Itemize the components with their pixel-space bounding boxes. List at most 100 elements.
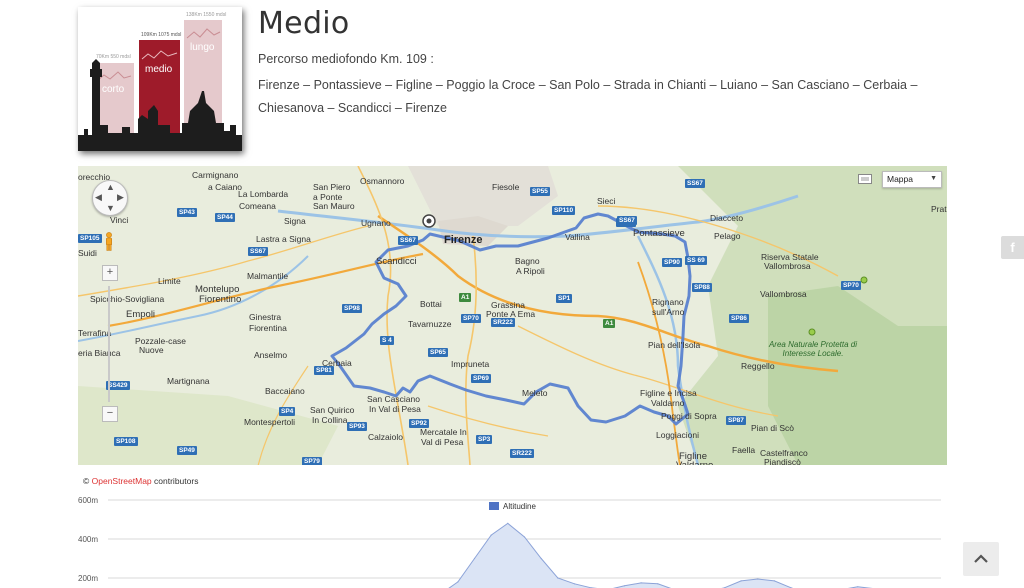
- route-subtitle: Percorso mediofondo Km. 109 :: [258, 52, 434, 66]
- logo-lungo-label: lungo: [190, 42, 215, 53]
- map-place-label: Prato: [931, 204, 947, 214]
- map-place-label: Malmantile: [247, 271, 289, 281]
- elevation-point: [640, 582, 642, 584]
- elevation-point: [573, 583, 576, 585]
- road-shield: A1: [459, 293, 472, 302]
- map-place-label: Pontassieve: [633, 228, 685, 239]
- map-place-label: A Ripoli: [516, 266, 545, 276]
- map-place-label: Diacceto: [710, 213, 744, 223]
- road-shield: SP108: [114, 437, 138, 446]
- road-shield: SP79: [302, 457, 322, 465]
- route-description: Firenze – Pontassieve – Figline – Poggio…: [258, 78, 918, 115]
- road-shield: SP65: [428, 348, 448, 357]
- map-place-label: Carmignano: [192, 170, 239, 180]
- pan-up-icon[interactable]: ▲: [106, 182, 115, 192]
- route-map[interactable]: orecchio Carmignano a Caiano San Piero a Pon…: [78, 166, 947, 465]
- park-label: Area Naturale Protetta di Interesse Loca…: [768, 340, 858, 358]
- map-place-label: La Lombarda: [238, 189, 289, 199]
- road-shield: SP105: [78, 234, 102, 243]
- page-title: Medio: [258, 6, 350, 41]
- map-place-label: Vallina: [565, 232, 590, 242]
- map-place-label: Anselmo: [254, 350, 288, 360]
- map-place-label: Lastra a Signa: [256, 234, 311, 244]
- road-shield: SS67: [248, 247, 268, 256]
- elevation-chart: 600m 400m 200m Altitudine: [78, 496, 941, 588]
- map-place-label: Scandicci: [376, 256, 417, 267]
- pan-down-icon[interactable]: ▼: [106, 203, 115, 213]
- elevation-point: [757, 578, 759, 580]
- map-type-select[interactable]: Mappa ▼: [882, 171, 942, 188]
- map-place-label: Reggello: [741, 361, 775, 371]
- elevation-point: [557, 577, 559, 579]
- zoom-out-button[interactable]: −: [102, 406, 118, 422]
- map-place-label: Fiorentino: [199, 294, 242, 305]
- elevation-point: [857, 586, 859, 588]
- back-to-top-button[interactable]: [963, 542, 999, 576]
- map-place-label: Pian di Scò: [751, 423, 794, 433]
- road-shield: SP92: [409, 419, 429, 428]
- map-place-label: eria Bianca: [78, 348, 121, 358]
- elevation-point: [523, 536, 526, 538]
- logo-corto-stat: 70Km 550 mdsl: [96, 54, 131, 60]
- road-shield: SP69: [471, 374, 491, 383]
- map-place-label: Pelago: [714, 231, 741, 241]
- map-place-label: Loggiacioni: [656, 430, 700, 440]
- road-shield: SP81: [314, 366, 334, 375]
- road-shield: A1: [603, 319, 616, 328]
- facebook-share-button[interactable]: f: [1001, 236, 1024, 259]
- road-shield: SS67: [685, 179, 705, 188]
- zoom-slider-track[interactable]: [108, 286, 110, 402]
- map-place-label: Poggi di Sopra: [661, 411, 717, 421]
- map-place-label: Sieci: [597, 196, 616, 206]
- map-place-label: Ugnano: [361, 218, 391, 228]
- road-shield: SR222: [491, 318, 515, 327]
- map-place-label: Meleto: [522, 388, 548, 398]
- elevation-point: [457, 581, 459, 583]
- road-shield: SP1: [556, 294, 573, 303]
- map-place-label: sull'Arno: [652, 307, 685, 317]
- elevation-point: [623, 585, 626, 587]
- chevron-up-icon: [974, 554, 988, 563]
- map-type-value: Mappa: [887, 174, 913, 184]
- zoom-in-button[interactable]: +: [102, 265, 118, 281]
- openstreetmap-link[interactable]: OpenStreetMap: [92, 476, 152, 486]
- map-place-label: Vallombrosa: [764, 261, 811, 271]
- road-shield: SP93: [347, 422, 367, 431]
- pan-right-icon[interactable]: ▶: [117, 192, 124, 203]
- road-shield: SP55: [530, 187, 550, 196]
- pan-control[interactable]: ▲ ▼ ◀ ▶: [92, 180, 128, 216]
- road-shield: SP70: [841, 281, 861, 290]
- map-place-label: San Quirico: [310, 405, 355, 415]
- road-shield: SP4: [279, 407, 296, 416]
- road-shield: S 4: [380, 336, 394, 345]
- road-shield: SP86: [729, 314, 749, 323]
- street-view-pegman-icon[interactable]: [104, 232, 114, 252]
- map-place-label: Limite: [158, 276, 181, 286]
- pan-left-icon[interactable]: ◀: [95, 192, 102, 203]
- map-place-label: Val di Pesa: [421, 437, 464, 447]
- road-shield: SS 69: [685, 256, 707, 265]
- fullscreen-icon[interactable]: [858, 174, 872, 184]
- map-place-label: Vallombrosa: [760, 289, 807, 299]
- map-place-label: Tavarnuzze: [408, 319, 452, 329]
- road-shield: SP3: [476, 435, 493, 444]
- dropdown-caret-icon: ▼: [930, 175, 937, 182]
- map-attribution: © OpenStreetMap contributors: [83, 476, 198, 486]
- attribution-prefix: ©: [83, 476, 90, 486]
- route-logo-image: 70Km 550 mdsl 109Km 1075 mdsl 138Km 1550…: [78, 7, 242, 151]
- road-shield: SP44: [215, 213, 235, 222]
- map-place-label: Calzaiolo: [368, 432, 403, 442]
- map-place-label: Pian dell'Isola: [648, 340, 701, 350]
- map-place-label: Vinci: [110, 215, 129, 225]
- map-place-label: San Piero: [313, 182, 351, 192]
- map-place-label: a Caiano: [208, 182, 243, 192]
- road-shield: SP43: [177, 208, 197, 217]
- legend-label: Altitudine: [503, 502, 536, 511]
- map-place-label: Spicchio-Sovigliana: [90, 294, 165, 304]
- map-place-label: Piandiscò: [764, 457, 801, 465]
- map-place-label: Suidi: [78, 248, 97, 258]
- road-shield: SP110: [552, 206, 576, 215]
- road-shield: SP98: [342, 304, 362, 313]
- legend-swatch: [489, 502, 499, 510]
- map-place-label: Montespertoli: [244, 417, 296, 427]
